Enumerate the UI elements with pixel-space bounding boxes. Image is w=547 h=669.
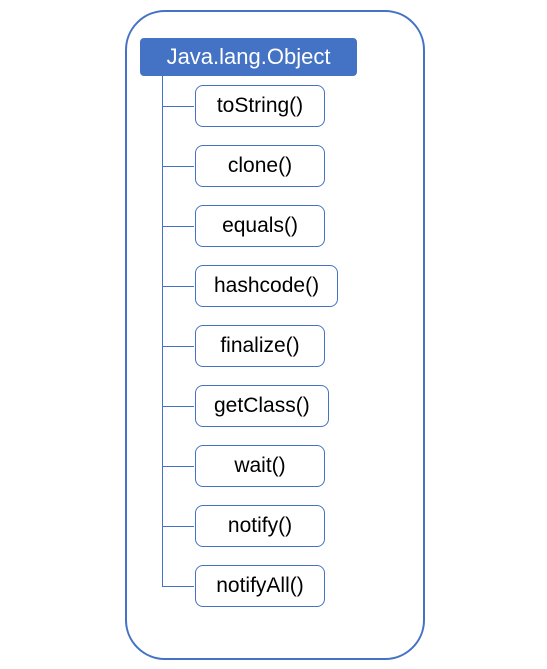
method-tostring: toString() xyxy=(195,85,325,127)
tree-row: finalize() xyxy=(140,316,410,376)
tree-vline xyxy=(162,556,163,586)
method-finalize: finalize() xyxy=(195,325,325,367)
tree-hline xyxy=(162,526,194,527)
tree-hline xyxy=(162,406,194,407)
tree-row: wait() xyxy=(140,436,410,496)
method-getclass: getClass() xyxy=(195,385,329,427)
tree-hline xyxy=(162,286,194,287)
tree-hline xyxy=(162,586,194,587)
tree-row: getClass() xyxy=(140,376,410,436)
tree-row: equals() xyxy=(140,196,410,256)
method-notifyall: notifyAll() xyxy=(195,565,325,607)
tree-row: notify() xyxy=(140,496,410,556)
tree-row: notifyAll() xyxy=(140,556,410,616)
method-clone: clone() xyxy=(195,145,325,187)
class-header: Java.lang.Object xyxy=(140,38,357,76)
method-equals: equals() xyxy=(195,205,325,247)
method-tree: toString() clone() equals() hashcode() f… xyxy=(140,76,410,616)
tree-row: clone() xyxy=(140,136,410,196)
tree-hline xyxy=(162,346,194,347)
method-notify: notify() xyxy=(195,505,325,547)
method-hashcode: hashcode() xyxy=(195,265,338,307)
tree-hline xyxy=(162,466,194,467)
method-wait: wait() xyxy=(195,445,325,487)
tree-hline xyxy=(162,226,194,227)
tree-hline xyxy=(162,106,194,107)
tree-row: hashcode() xyxy=(140,256,410,316)
tree-hline xyxy=(162,166,194,167)
tree-row: toString() xyxy=(140,76,410,136)
